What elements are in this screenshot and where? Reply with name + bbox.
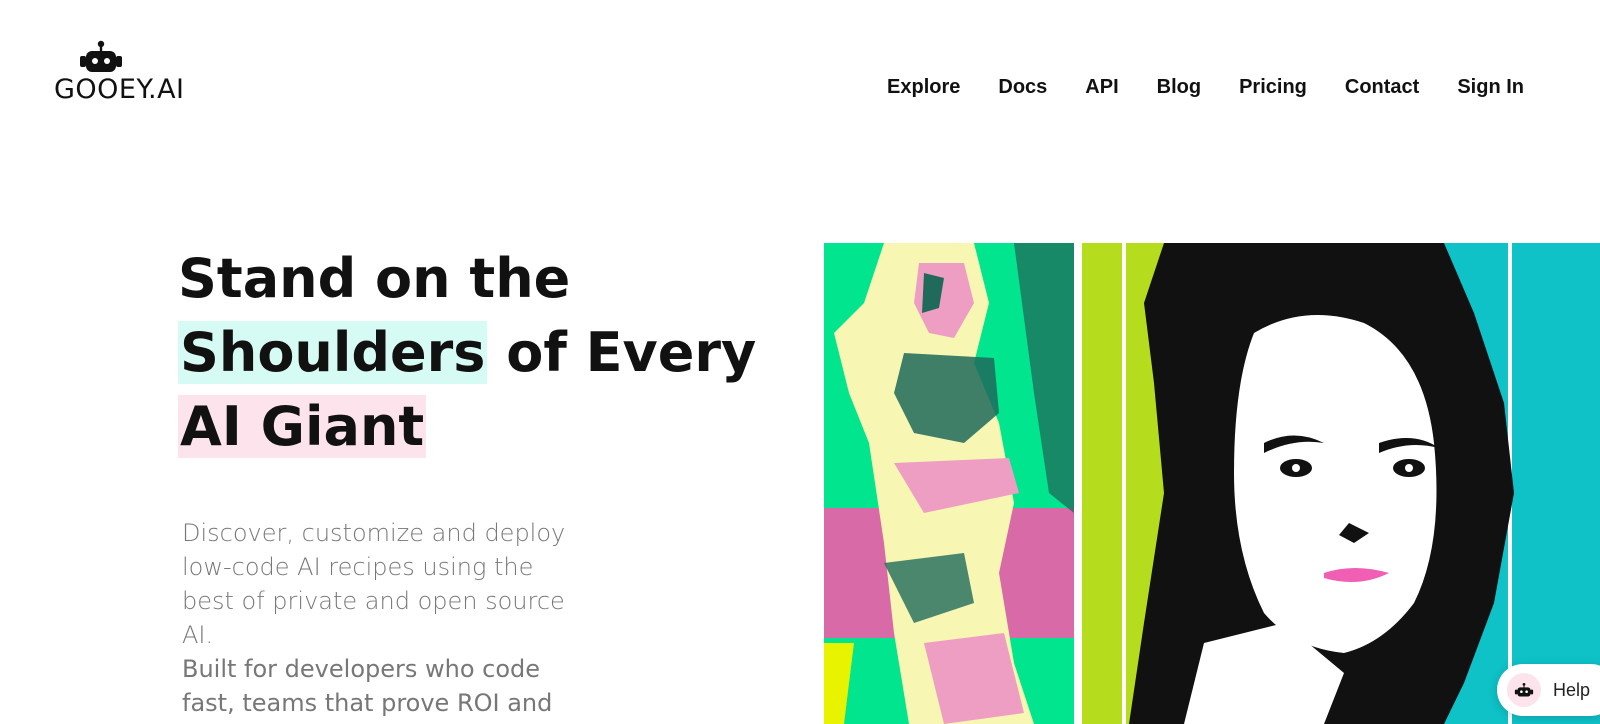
- help-button[interactable]: Help: [1497, 664, 1600, 716]
- nav-docs[interactable]: Docs: [998, 76, 1047, 99]
- logo-text: GOOEY.AI: [54, 74, 185, 105]
- gooey-logo[interactable]: GOOEY.AI: [54, 40, 194, 105]
- nav-blog[interactable]: Blog: [1157, 76, 1201, 99]
- highlight-ai-giant: AI Giant: [178, 395, 427, 458]
- hero-art: [824, 243, 1600, 724]
- hero-title: Stand on the Shoulders of Every AI Giant: [178, 242, 756, 464]
- landing-page: GOOEY.AI Explore Docs API Blog Pricing C…: [0, 0, 1600, 724]
- nav-contact[interactable]: Contact: [1345, 76, 1419, 99]
- hero-description: Discover, customize and deploy low-code …: [182, 519, 566, 649]
- help-label: Help: [1553, 679, 1591, 700]
- hero-title-line-3: AI Giant: [178, 390, 738, 464]
- nav-pricing[interactable]: Pricing: [1239, 76, 1307, 99]
- nav-explore[interactable]: Explore: [887, 76, 960, 99]
- nav-sign-in[interactable]: Sign In: [1457, 76, 1524, 99]
- hero-title-line-2-rest: of Every: [487, 321, 757, 384]
- art-panel-runner: [824, 243, 1074, 724]
- robot-logo-icon: [80, 40, 122, 72]
- nav-api[interactable]: API: [1085, 76, 1118, 99]
- robot-icon: [1507, 673, 1541, 707]
- hero-description-2: Built for developers who code fast, team…: [182, 655, 553, 724]
- pop-art-image: [824, 243, 1600, 724]
- main-nav: Explore Docs API Blog Pricing Contact Si…: [849, 76, 1524, 99]
- highlight-shoulders: Shoulders: [178, 321, 488, 384]
- hero-title-line-2: Shoulders of Every: [178, 316, 756, 390]
- hero-title-line-1: Stand on the: [178, 247, 571, 310]
- art-panel-portrait: [1082, 243, 1600, 724]
